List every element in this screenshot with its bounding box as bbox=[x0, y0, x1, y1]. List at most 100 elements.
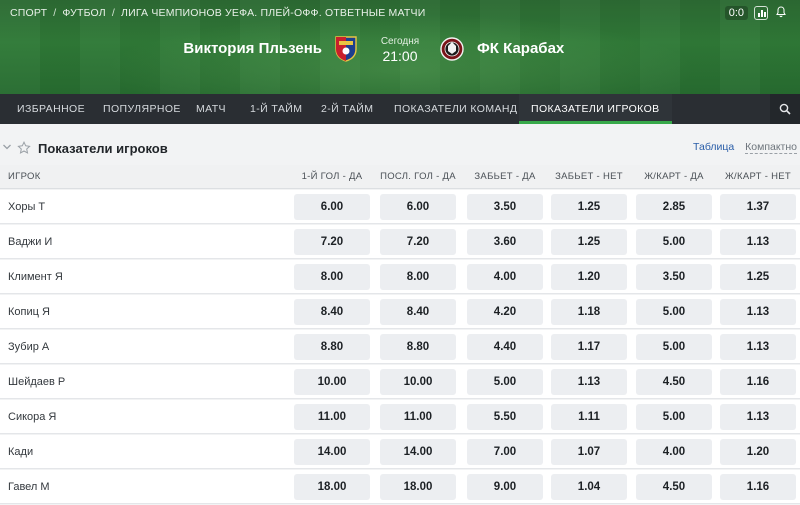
odd-button[interactable]: 8.40 bbox=[380, 299, 456, 325]
odd-button[interactable]: 1.20 bbox=[551, 264, 627, 290]
section-title: Показатели игроков bbox=[38, 141, 168, 156]
odd-button[interactable]: 10.00 bbox=[380, 369, 456, 395]
odd-button[interactable]: 9.00 bbox=[467, 474, 543, 500]
odd-button[interactable]: 5.00 bbox=[467, 369, 543, 395]
odd-button[interactable]: 5.00 bbox=[636, 229, 712, 255]
score-button[interactable]: 0:0 bbox=[724, 6, 748, 20]
odd-button[interactable]: 8.00 bbox=[294, 264, 370, 290]
tab-first-half[interactable]: 1-Й ТАЙМ bbox=[250, 94, 302, 124]
tab-second-half[interactable]: 2-Й ТАЙМ bbox=[321, 94, 373, 124]
player-name: Сикора Я bbox=[8, 411, 57, 423]
odd-button[interactable]: 4.50 bbox=[636, 474, 712, 500]
odd-button[interactable]: 1.25 bbox=[720, 264, 796, 290]
view-toggle: Таблица Компактно bbox=[693, 141, 797, 154]
player-name: Климент Я bbox=[8, 271, 63, 283]
odd-button[interactable]: 1.13 bbox=[720, 334, 796, 360]
breadcrumb-separator: / bbox=[53, 7, 57, 19]
odd-button[interactable]: 2.85 bbox=[636, 194, 712, 220]
odd-button[interactable]: 1.13 bbox=[720, 229, 796, 255]
odd-button[interactable]: 1.04 bbox=[551, 474, 627, 500]
tab-match[interactable]: МАТЧ bbox=[196, 94, 226, 124]
odd-button[interactable]: 5.00 bbox=[636, 404, 712, 430]
odd-button[interactable]: 10.00 bbox=[294, 369, 370, 395]
player-name: Хоры Т bbox=[8, 201, 46, 213]
section-header: Показатели игроков Таблица Компактно bbox=[0, 135, 800, 163]
breadcrumb: СПОРТ / ФУТБОЛ / ЛИГА ЧЕМПИОНОВ УЕФА. ПЛ… bbox=[10, 7, 425, 19]
odd-button[interactable]: 1.16 bbox=[720, 474, 796, 500]
table-row: Гавел М 18.00 18.00 9.00 1.04 4.50 1.16 bbox=[0, 470, 800, 504]
header-actions: 0:0 bbox=[724, 6, 788, 20]
tab-player-stats[interactable]: ПОКАЗАТЕЛИ ИГРОКОВ bbox=[519, 94, 672, 124]
odd-button[interactable]: 8.40 bbox=[294, 299, 370, 325]
odd-button[interactable]: 4.40 bbox=[467, 334, 543, 360]
odd-button[interactable]: 4.00 bbox=[636, 439, 712, 465]
odd-button[interactable]: 1.13 bbox=[551, 369, 627, 395]
odd-button[interactable]: 18.00 bbox=[380, 474, 456, 500]
table-row: Сикора Я 11.00 11.00 5.50 1.11 5.00 1.13 bbox=[0, 400, 800, 434]
column-header-first-goal: 1-Й ГОЛ - ДА bbox=[301, 171, 363, 182]
player-name: Кади bbox=[8, 446, 34, 458]
tab-team-stats[interactable]: ПОКАЗАТЕЛИ КОМАНД bbox=[394, 94, 517, 124]
star-icon[interactable] bbox=[17, 141, 31, 155]
odd-button[interactable]: 5.00 bbox=[636, 299, 712, 325]
odd-button[interactable]: 3.50 bbox=[636, 264, 712, 290]
odd-button[interactable]: 3.60 bbox=[467, 229, 543, 255]
column-header-yellow-yes: Ж/КАРТ - ДА bbox=[644, 171, 704, 182]
column-header-scores-yes: ЗАБЬЕТ - ДА bbox=[474, 171, 536, 182]
search-button[interactable] bbox=[770, 94, 800, 124]
odd-button[interactable]: 1.07 bbox=[551, 439, 627, 465]
qarabag-crest-icon bbox=[440, 37, 464, 61]
view-table-link[interactable]: Таблица bbox=[693, 141, 734, 153]
odd-button[interactable]: 8.00 bbox=[380, 264, 456, 290]
odd-button[interactable]: 4.20 bbox=[467, 299, 543, 325]
breadcrumb-item-sport[interactable]: СПОРТ bbox=[10, 7, 47, 19]
tab-popular[interactable]: ПОПУЛЯРНОЕ bbox=[103, 94, 181, 124]
table-header: ИГРОК 1-Й ГОЛ - ДА ПОСЛ. ГОЛ - ДА ЗАБЬЕТ… bbox=[0, 165, 800, 189]
odd-button[interactable]: 1.11 bbox=[551, 404, 627, 430]
tab-favorites[interactable]: ИЗБРАННОЕ bbox=[17, 94, 85, 124]
odd-button[interactable]: 4.50 bbox=[636, 369, 712, 395]
chevron-down-icon[interactable] bbox=[2, 142, 12, 152]
odd-button[interactable]: 1.25 bbox=[551, 229, 627, 255]
odd-button[interactable]: 1.37 bbox=[720, 194, 796, 220]
odd-button[interactable]: 1.13 bbox=[720, 299, 796, 325]
odd-button[interactable]: 11.00 bbox=[294, 404, 370, 430]
odd-button[interactable]: 7.20 bbox=[294, 229, 370, 255]
away-team-name: ФК Карабах bbox=[477, 40, 565, 57]
view-compact-link[interactable]: Компактно bbox=[745, 141, 797, 154]
odd-button[interactable]: 4.00 bbox=[467, 264, 543, 290]
match-day: Сегодня bbox=[380, 36, 420, 47]
odd-button[interactable]: 14.00 bbox=[294, 439, 370, 465]
viktoria-plzen-crest-icon bbox=[335, 36, 357, 62]
odd-button[interactable]: 7.20 bbox=[380, 229, 456, 255]
odd-button[interactable]: 1.18 bbox=[551, 299, 627, 325]
odd-button[interactable]: 8.80 bbox=[380, 334, 456, 360]
breadcrumb-separator: / bbox=[111, 7, 116, 19]
player-name: Зубир А bbox=[8, 341, 50, 353]
stats-icon[interactable] bbox=[754, 6, 768, 20]
odd-button[interactable]: 11.00 bbox=[380, 404, 456, 430]
odd-button[interactable]: 6.00 bbox=[294, 194, 370, 220]
market-tabs: ИЗБРАННОЕ ПОПУЛЯРНОЕ МАТЧ 1-Й ТАЙМ 2-Й Т… bbox=[0, 94, 800, 124]
player-name: Копиц Я bbox=[8, 306, 50, 318]
table-row: Кади 14.00 14.00 7.00 1.07 4.00 1.20 bbox=[0, 435, 800, 469]
odd-button[interactable]: 8.80 bbox=[294, 334, 370, 360]
odd-button[interactable]: 5.50 bbox=[467, 404, 543, 430]
player-name: Ваджи И bbox=[8, 236, 53, 248]
breadcrumb-item-football[interactable]: ФУТБОЛ bbox=[62, 7, 106, 19]
home-team-name: Виктория Пльзень bbox=[183, 40, 322, 57]
odd-button[interactable]: 6.00 bbox=[380, 194, 456, 220]
odd-button[interactable]: 1.20 bbox=[720, 439, 796, 465]
odd-button[interactable]: 1.17 bbox=[551, 334, 627, 360]
table-row: Хоры Т 6.00 6.00 3.50 1.25 2.85 1.37 bbox=[0, 190, 800, 224]
odd-button[interactable]: 3.50 bbox=[467, 194, 543, 220]
notification-icon[interactable] bbox=[774, 6, 788, 20]
odd-button[interactable]: 5.00 bbox=[636, 334, 712, 360]
odd-button[interactable]: 1.25 bbox=[551, 194, 627, 220]
odd-button[interactable]: 14.00 bbox=[380, 439, 456, 465]
odd-button[interactable]: 18.00 bbox=[294, 474, 370, 500]
odd-button[interactable]: 7.00 bbox=[467, 439, 543, 465]
odd-button[interactable]: 1.13 bbox=[720, 404, 796, 430]
breadcrumb-item-league[interactable]: ЛИГА ЧЕМПИОНОВ УЕФА. ПЛЕЙ-ОФФ. ОТВЕТНЫЕ … bbox=[121, 7, 425, 19]
odd-button[interactable]: 1.16 bbox=[720, 369, 796, 395]
